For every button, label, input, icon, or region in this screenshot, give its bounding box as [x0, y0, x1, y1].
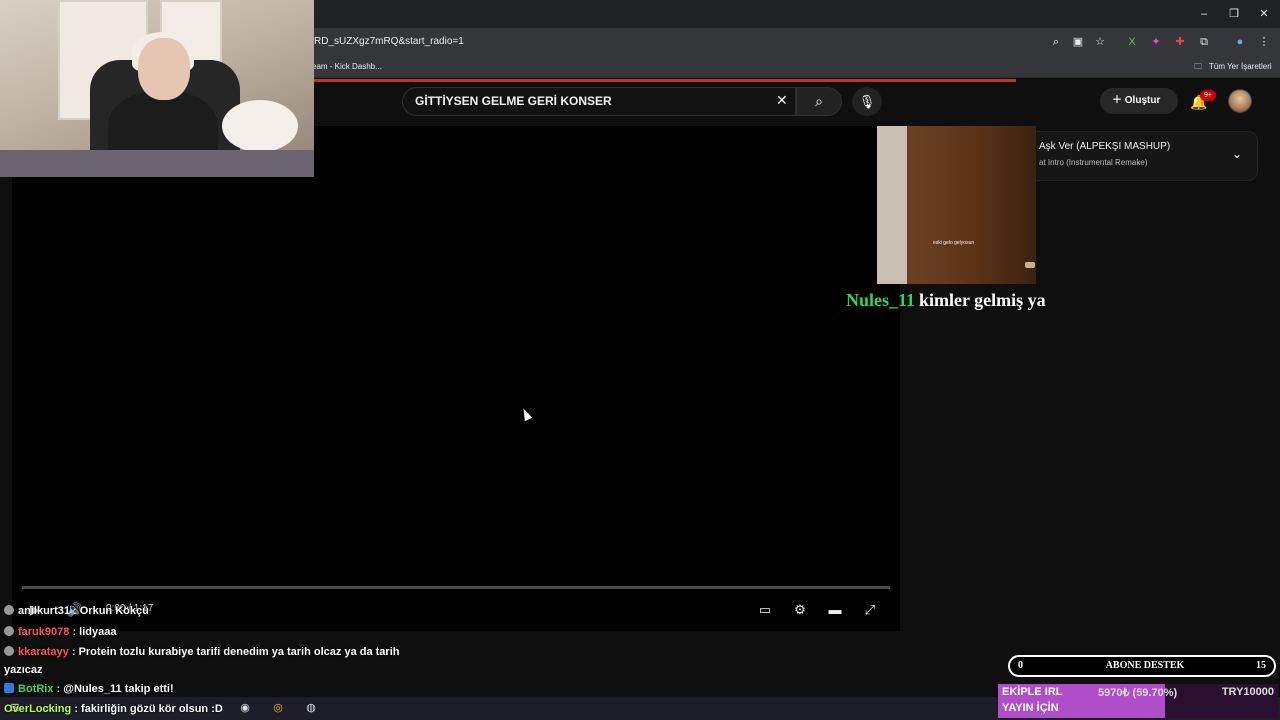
- chat-message: BotRix : @Nules_11 takip etti!: [4, 683, 174, 695]
- fullscreen-icon[interactable]: ⤢: [861, 602, 879, 618]
- playlist-subtitle: at Intro (Instrumental Remake): [1039, 158, 1148, 167]
- chat-username: faruk9078: [18, 626, 70, 638]
- chat-username: BotRix: [18, 683, 54, 695]
- sub-goal-label: ABONE DESTEK: [1105, 660, 1185, 671]
- webcam-feed: [0, 0, 314, 177]
- chat-username: OverLocking: [4, 703, 72, 715]
- cast-icon[interactable]: ▣: [1070, 34, 1086, 50]
- chat-text: : @Nules_11 takip etti!: [56, 683, 174, 695]
- cat: [222, 100, 298, 152]
- donation-goal-value: 5970₺ (59.70%): [1098, 687, 1178, 699]
- chat-text: : Orkun Kökçü: [73, 605, 149, 617]
- zoom-icon[interactable]: ⌕: [1048, 34, 1064, 50]
- alert-image-caption: eski gelo gelyosun: [933, 240, 975, 246]
- chat-text: yazıcaz: [4, 664, 43, 676]
- chat-message: OverLocking : fakirliğin gözü kör olsun …: [4, 703, 223, 715]
- obs-icon[interactable]: ◉: [236, 700, 254, 716]
- chat-username: kkaratayy: [18, 646, 69, 658]
- extension-icon[interactable]: ✦: [1148, 34, 1164, 50]
- chat-message: kkaratayy : Protein tozlu kurabiye tarif…: [4, 646, 399, 658]
- chat-message-continued: yazıcaz: [4, 664, 43, 676]
- door-frame: [877, 126, 907, 284]
- alert-image: eski gelo gelyosun: [877, 126, 1036, 284]
- settings-gear-icon[interactable]: ⚙: [791, 602, 809, 618]
- chat-text: : lidyaaa: [72, 626, 117, 638]
- close-window-icon[interactable]: ✕: [1256, 6, 1272, 22]
- bookmark-kick-dashboard[interactable]: eam - Kick Dashb...: [312, 56, 382, 78]
- browser-menu-icon[interactable]: ⋮: [1256, 34, 1272, 50]
- chat-message: faruk9078 : lidyaaa: [4, 626, 116, 638]
- folder-icon: 🗀: [1194, 62, 1202, 71]
- video-progress-bar[interactable]: [22, 586, 890, 589]
- alert-message: kimler gelmiş ya: [919, 290, 1046, 310]
- video-player[interactable]: [12, 126, 900, 631]
- chat-badge-icon: [4, 605, 14, 615]
- all-bookmarks-link[interactable]: Tüm Yer İşaretleri: [1209, 56, 1272, 78]
- url-field[interactable]: RD_sUZXgz7mRQ&start_radio=1: [310, 32, 1030, 52]
- donation-goal-target: TRY10000: [1221, 686, 1274, 698]
- follow-alert: Nules_11 kimler gelmiş ya: [846, 290, 1046, 311]
- alert-username: Nules_11: [846, 290, 916, 310]
- subtitles-icon[interactable]: ▭: [756, 602, 774, 618]
- bookmark-star-icon[interactable]: ☆: [1092, 34, 1108, 50]
- chevron-down-icon[interactable]: ⌄: [1232, 147, 1242, 161]
- bot-badge-icon: [4, 683, 14, 693]
- extensions-puzzle-icon[interactable]: ⧉: [1196, 34, 1212, 50]
- chat-message: anilkurt31 : Orkun Kökçü: [4, 605, 149, 617]
- donation-goal: EKİPLE IRL YAYIN İÇİN 5970₺ (59.70%) TRY…: [998, 684, 1278, 718]
- restore-icon[interactable]: ❐: [1226, 6, 1242, 22]
- avatar[interactable]: [1228, 89, 1252, 113]
- create-button[interactable]: ＋ Oluştur: [1100, 88, 1178, 114]
- subscriber-goal-bar: 0 ABONE DESTEK 15: [1008, 655, 1276, 677]
- profile-icon[interactable]: ●: [1232, 34, 1248, 50]
- app-icon[interactable]: ◍: [302, 700, 320, 716]
- streamer-face: [138, 38, 190, 100]
- extension-x-icon[interactable]: X: [1124, 34, 1140, 50]
- notification-badge: 9+: [1200, 90, 1216, 101]
- extension-red-icon[interactable]: ✚: [1172, 34, 1188, 50]
- theater-mode-icon[interactable]: ▬: [826, 602, 844, 618]
- desk: [0, 150, 314, 177]
- playlist-panel[interactable]: [1020, 131, 1258, 181]
- search-button[interactable]: ⌕: [796, 87, 842, 116]
- chat-badge-icon: [4, 626, 14, 636]
- donation-goal-title-line1: EKİPLE IRL: [1002, 686, 1063, 698]
- create-label: Oluştur: [1124, 95, 1161, 106]
- chat-text: : fakirliğin gözü kör olsun :D: [74, 703, 223, 715]
- chrome-icon[interactable]: ◎: [269, 700, 287, 716]
- chat-username: anilkurt31: [18, 605, 70, 617]
- chat-text: : Protein tozlu kurabiye tarifi denedim …: [71, 646, 400, 658]
- voice-search-button[interactable]: 🎙: [852, 87, 882, 116]
- mic-icon: 🎙: [858, 94, 876, 109]
- door-handle: [1025, 262, 1035, 268]
- sub-goal-target: 15: [1256, 660, 1266, 671]
- chat-badge-icon: [4, 646, 14, 656]
- playlist-title: Aşk Ver (ALPEKŞI MASHUP): [1039, 141, 1171, 152]
- minimize-icon[interactable]: –: [1196, 6, 1212, 22]
- donation-goal-title-line2: YAYIN İÇİN: [1002, 702, 1059, 714]
- search-icon: ⌕: [815, 93, 823, 109]
- plus-icon: ＋: [1112, 95, 1125, 106]
- search-input[interactable]: GİTTİYSEN GELME GERİ KONSER: [402, 87, 796, 116]
- sub-goal-current: 0: [1018, 660, 1023, 671]
- clear-search-icon[interactable]: ✕: [776, 92, 788, 109]
